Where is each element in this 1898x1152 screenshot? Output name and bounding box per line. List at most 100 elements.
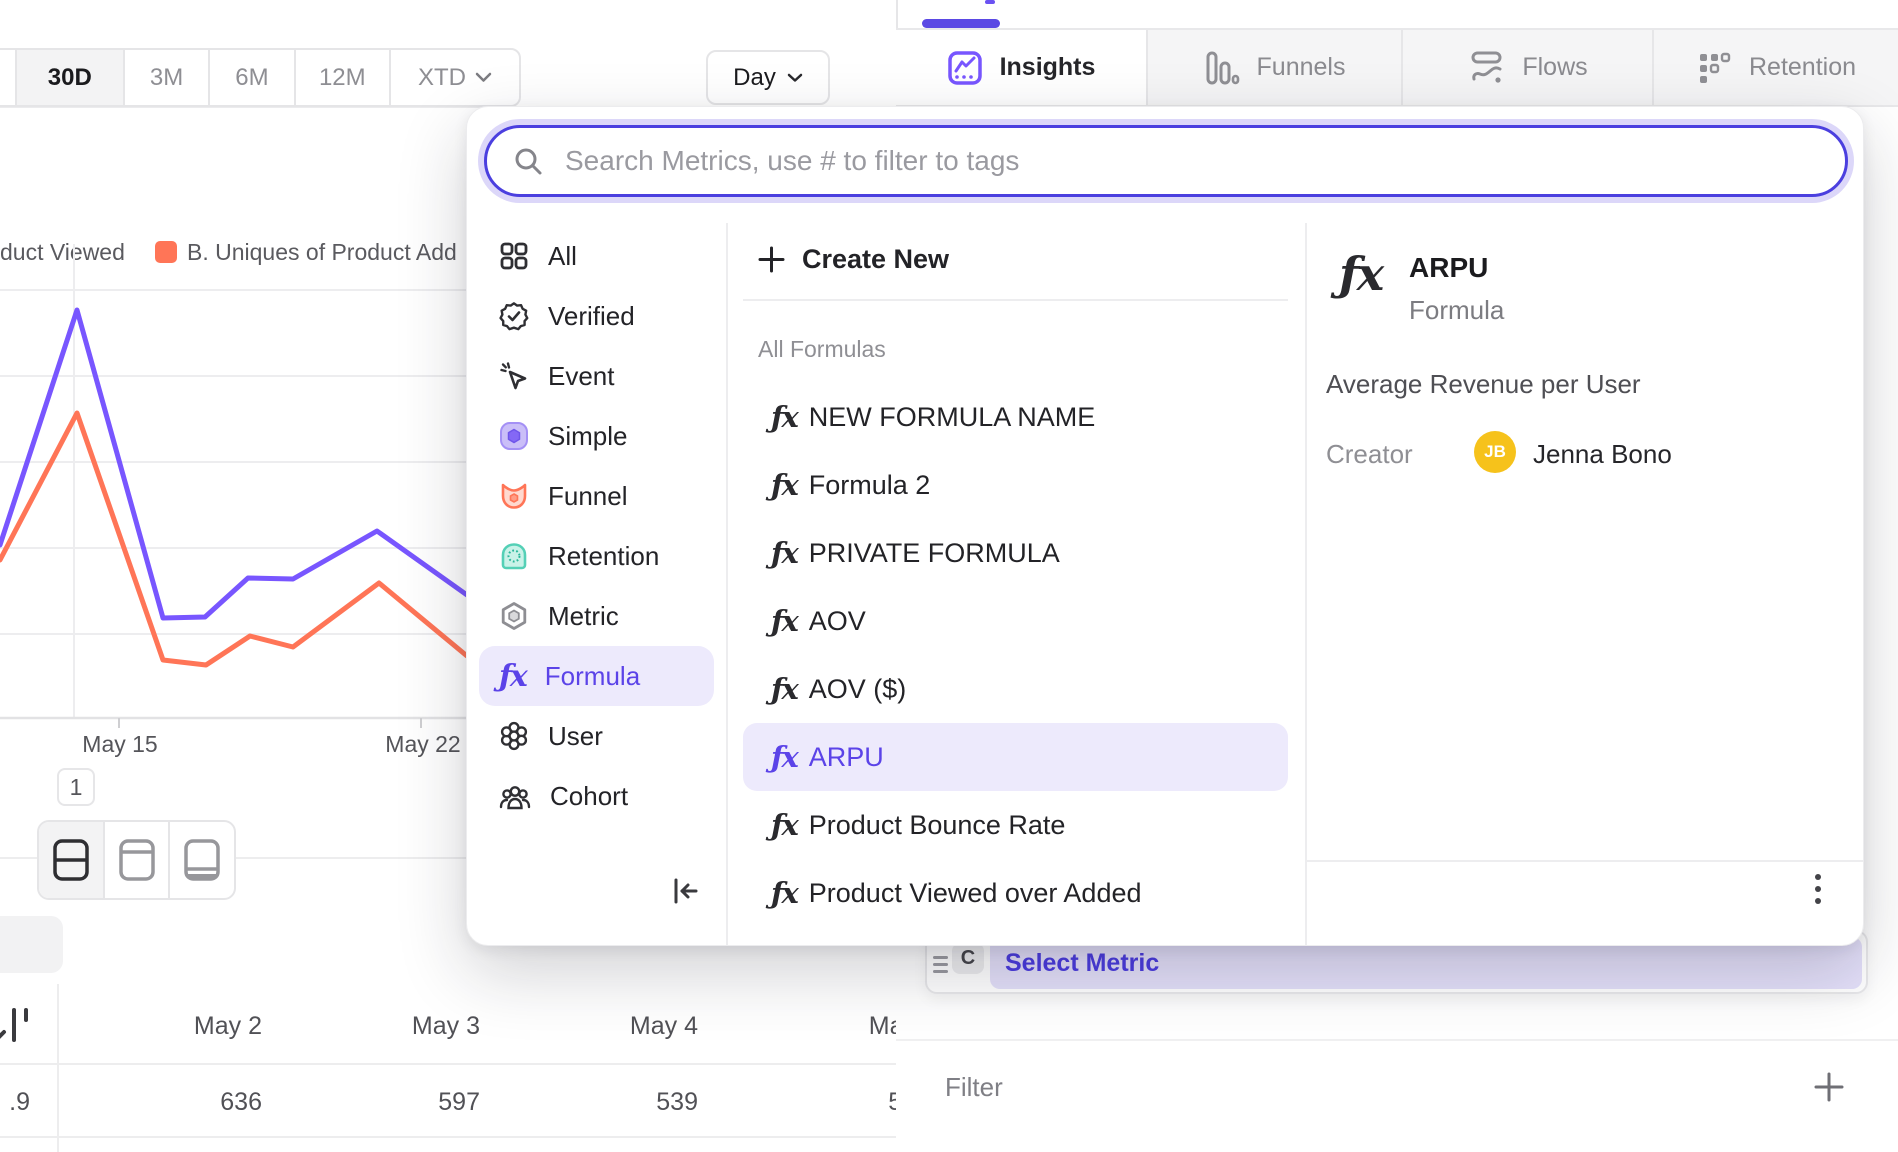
tab-retention[interactable]: Retention — [1652, 30, 1898, 105]
formula-fx-icon: ƒx — [771, 468, 797, 502]
layout-top-icon — [117, 836, 157, 884]
header-divider — [896, 0, 898, 28]
drag-handle-icon[interactable] — [933, 956, 948, 977]
plus-icon — [758, 246, 785, 273]
series-line-purple[interactable] — [0, 310, 467, 618]
time-range-label: 6M — [235, 64, 268, 92]
active-tab-underline — [922, 19, 1000, 28]
chevron-down-icon — [787, 73, 803, 83]
simple-metric-icon — [499, 421, 529, 451]
time-range-label: 12M — [319, 64, 366, 92]
formula-item-selected[interactable]: ƒxARPU — [743, 723, 1288, 791]
metric-search-field[interactable] — [484, 125, 1848, 197]
time-range-xtd[interactable]: XTD — [391, 50, 519, 105]
table-header[interactable]: May 4 — [598, 1008, 698, 1044]
formula-item[interactable]: ƒxAOV — [726, 587, 1305, 655]
category-retention[interactable]: Retention — [467, 526, 726, 586]
layout-toggle-group — [37, 820, 236, 900]
metric-letter-badge[interactable]: C — [952, 943, 984, 974]
formula-fx-icon-large: ƒx — [1339, 247, 1382, 301]
category-all[interactable]: All — [467, 226, 726, 286]
metric-hexagon-icon — [499, 601, 529, 631]
formula-label: PRIVATE FORMULA — [809, 538, 1060, 569]
table-header[interactable]: May 2 — [162, 1008, 262, 1044]
time-range-12m[interactable]: 12M — [296, 50, 391, 105]
category-cohort[interactable]: Cohort — [467, 766, 726, 826]
formulas-section-label: All Formulas — [758, 335, 886, 363]
formula-label: AOV ($) — [809, 674, 907, 705]
formula-item[interactable]: ƒxNEW FORMULA NAME — [726, 383, 1305, 451]
formula-item[interactable]: ƒxProduct Bounce Rate — [726, 791, 1305, 859]
time-range-3m[interactable]: 3M — [125, 50, 210, 105]
formula-fx-icon: ƒx — [771, 672, 797, 706]
line-chart[interactable] — [0, 240, 500, 760]
formula-item[interactable]: ƒxPRIVATE FORMULA — [726, 519, 1305, 587]
table-header[interactable]: May 3 — [380, 1008, 480, 1044]
category-metric[interactable]: Metric — [467, 586, 726, 646]
create-new-divider — [743, 299, 1288, 301]
table-cell: 636 — [162, 1084, 262, 1120]
sort-descending-icon[interactable] — [0, 1006, 38, 1046]
formula-label: ARPU — [809, 742, 884, 773]
add-filter-button[interactable] — [1812, 1070, 1846, 1104]
time-range-label: 3M — [150, 64, 183, 92]
formula-item[interactable]: ƒxProduct Viewed over Added — [726, 859, 1305, 927]
category-funnel[interactable]: Funnel — [467, 466, 726, 526]
funnel-icon — [499, 481, 529, 511]
more-options-button[interactable] — [1800, 871, 1836, 907]
formula-fx-icon: ƒx — [771, 604, 797, 638]
granularity-label: Day — [733, 64, 776, 92]
verified-badge-icon — [499, 301, 529, 331]
category-user[interactable]: User — [467, 706, 726, 766]
table-cell: 597 — [380, 1084, 480, 1120]
formula-list: ƒxNEW FORMULA NAME ƒxFormula 2 ƒxPRIVATE… — [726, 383, 1305, 927]
category-simple[interactable]: Simple — [467, 406, 726, 466]
category-label: Event — [548, 361, 615, 392]
time-range-30d[interactable]: 30D — [17, 50, 125, 105]
formula-item[interactable]: ƒx AOV ($) — [726, 655, 1305, 723]
layout-top-button[interactable] — [105, 822, 171, 898]
category-sidebar: All Verified Event — [467, 226, 726, 826]
granularity-dropdown[interactable]: Day — [706, 50, 830, 105]
search-input[interactable] — [565, 145, 1845, 177]
tab-insights[interactable]: Insights — [896, 30, 1146, 105]
category-verified[interactable]: Verified — [467, 286, 726, 346]
tab-flows[interactable]: Flows — [1401, 30, 1652, 105]
formula-label: Formula 2 — [809, 470, 931, 501]
formula-fx-icon: ƒx — [771, 808, 797, 842]
column-divider — [1305, 223, 1307, 946]
category-label: Cohort — [550, 781, 628, 812]
table-cell: .9 — [0, 1084, 30, 1120]
category-label: Verified — [548, 301, 635, 332]
retention-grid-icon — [1696, 50, 1732, 86]
detail-creator-label: Creator — [1326, 439, 1413, 470]
time-range-label: XTD — [418, 64, 466, 92]
chevron-down-icon — [475, 72, 492, 83]
layout-bottom-button[interactable] — [170, 822, 234, 898]
time-range-clipped[interactable] — [0, 50, 17, 105]
create-new-button[interactable]: Create New — [726, 229, 1305, 289]
category-label: Metric — [548, 601, 619, 632]
layout-split-button[interactable] — [39, 822, 105, 898]
x-axis-label: May 22 — [363, 731, 483, 758]
category-label: Funnel — [548, 481, 628, 512]
search-icon — [513, 146, 543, 176]
report-type-tabbar: Insights Funnels Flows — [896, 28, 1898, 107]
avatar: JB — [1474, 431, 1516, 473]
collapse-sidebar-button[interactable] — [669, 875, 701, 907]
tab-funnels[interactable]: Funnels — [1146, 30, 1401, 105]
formula-fx-icon: ƒx — [771, 876, 797, 910]
table-header[interactable]: May — [816, 1008, 896, 1044]
time-range-control: 30D 3M 6M 12M XTD — [0, 48, 521, 107]
tab-label: Flows — [1522, 53, 1587, 82]
category-event[interactable]: Event — [467, 346, 726, 406]
time-range-6m[interactable]: 6M — [210, 50, 295, 105]
detail-description: Average Revenue per User — [1326, 369, 1641, 400]
formula-label: NEW FORMULA NAME — [809, 402, 1096, 433]
time-range-label: 30D — [48, 64, 92, 92]
filter-section-divider — [896, 1039, 1898, 1041]
series-line-orange[interactable] — [0, 413, 467, 665]
formula-item[interactable]: ƒx Formula 2 — [726, 451, 1305, 519]
pagination-page-button[interactable]: 1 — [57, 768, 95, 806]
category-formula[interactable]: ƒx Formula — [479, 646, 714, 706]
